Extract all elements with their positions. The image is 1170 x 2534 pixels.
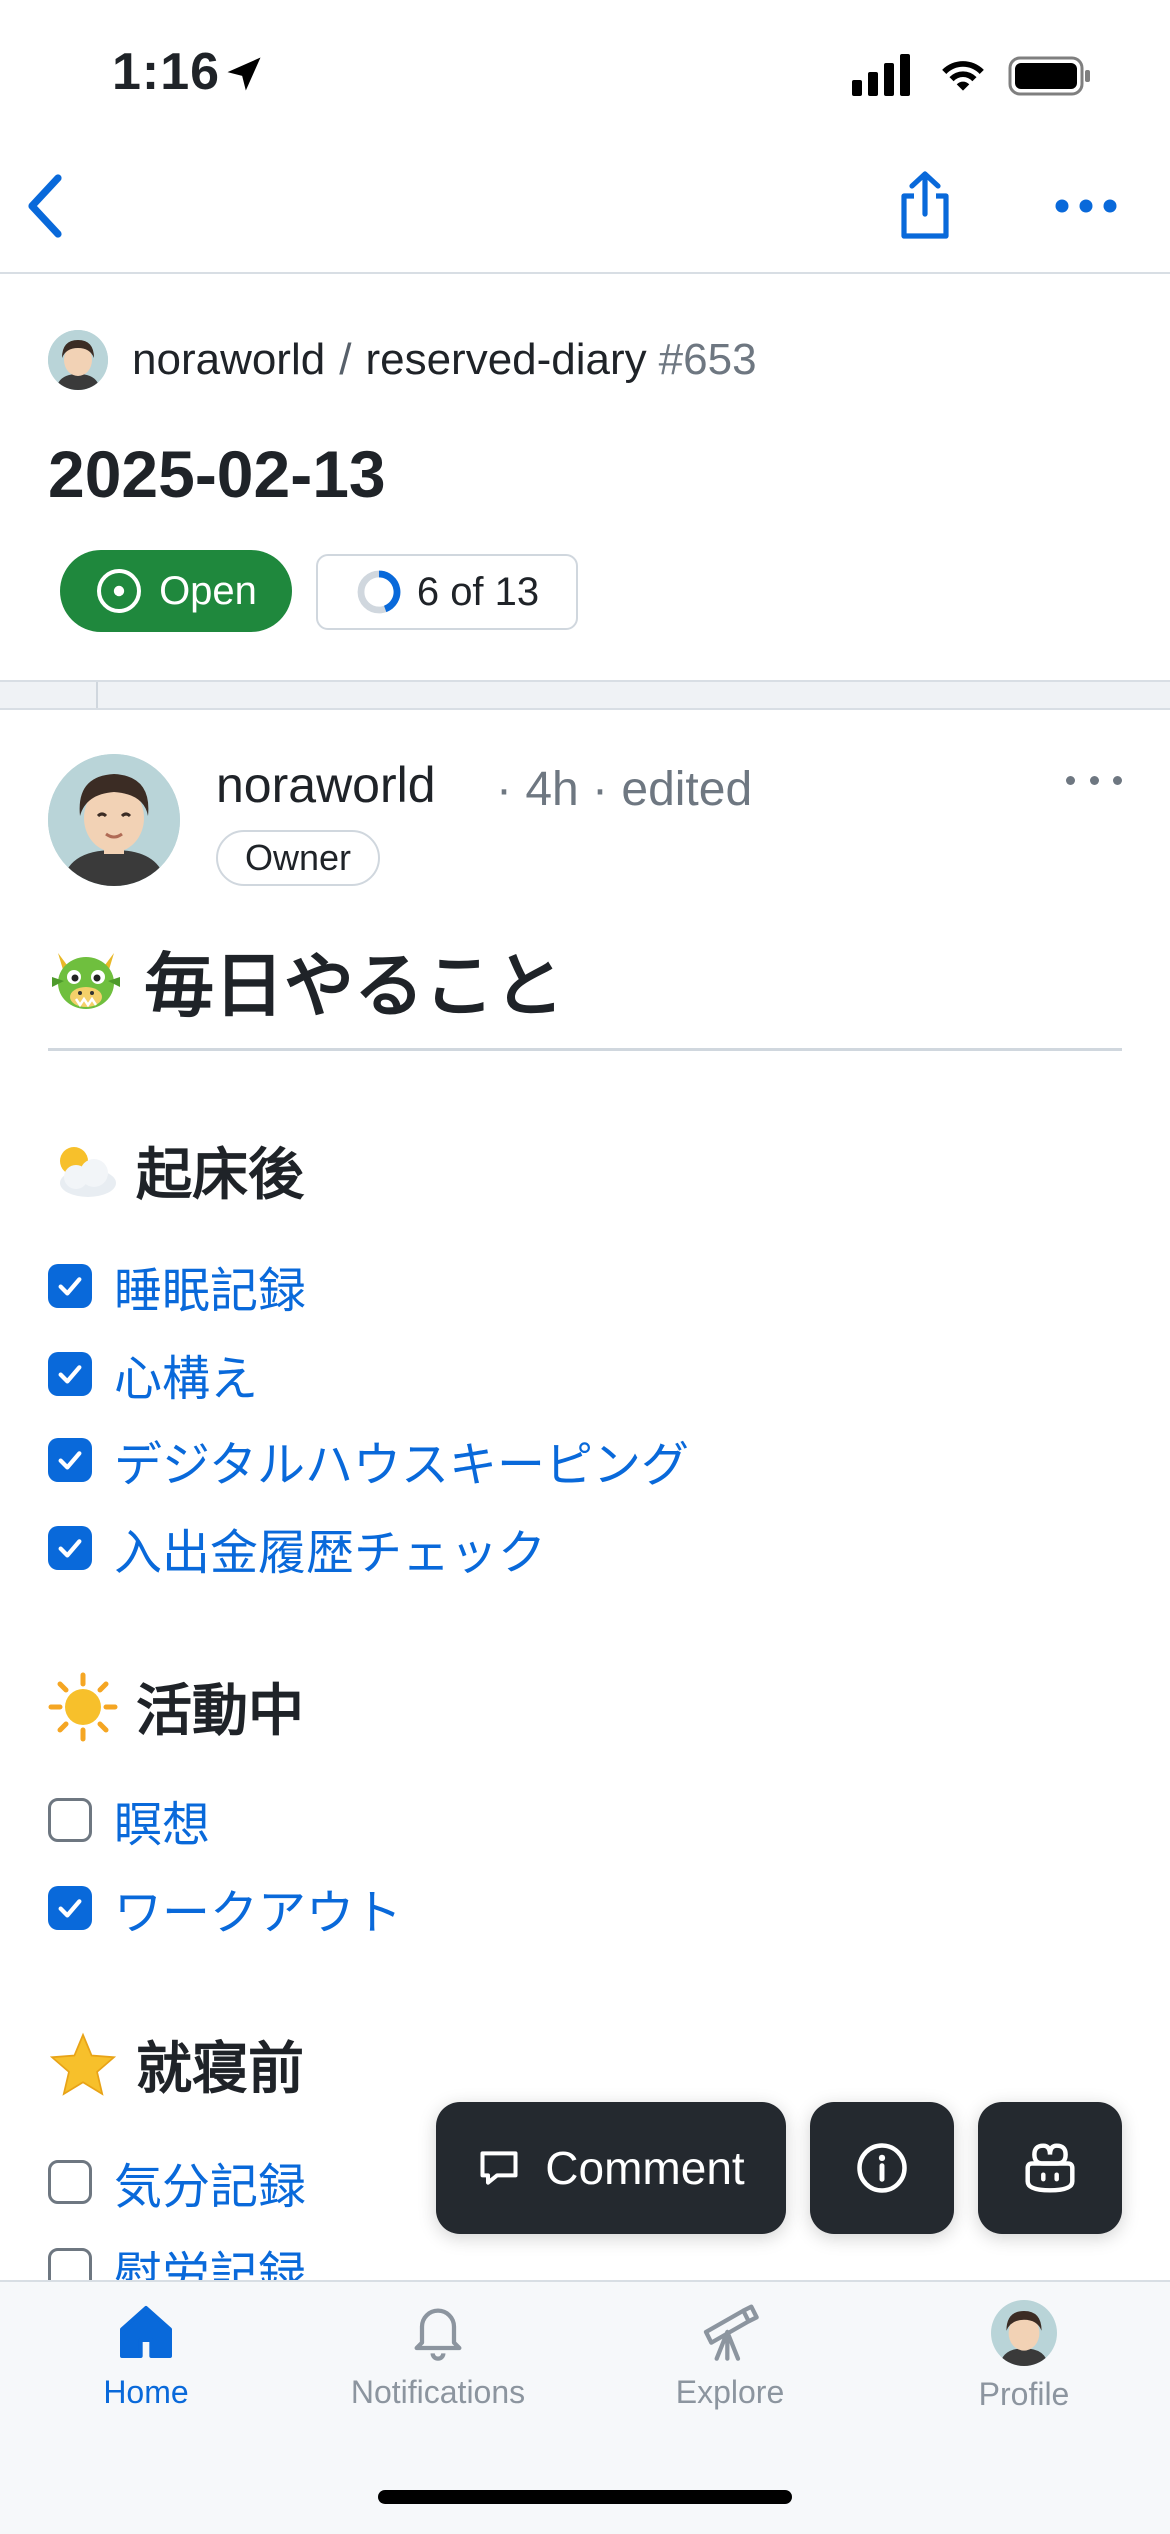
star-icon: [49, 2032, 117, 2096]
owner-badge: Owner: [216, 830, 380, 886]
comment-author-avatar[interactable]: [48, 754, 180, 886]
nav-divider: [0, 272, 1170, 274]
comment-icon: [480, 2151, 518, 2185]
section-title: 活動中: [136, 1679, 304, 1742]
copilot-icon: [1025, 2143, 1075, 2193]
back-chevron-icon[interactable]: [22, 172, 70, 240]
home-indicator: [378, 2490, 792, 2504]
issue-number: #653: [658, 335, 757, 384]
section-title: 起床後: [136, 1143, 304, 1206]
task-item[interactable]: 入出金履歴チェック: [48, 1518, 546, 1580]
checkbox-checked[interactable]: [48, 1438, 92, 1482]
tab-label: Home: [103, 2374, 189, 2410]
section-heading: 活動中: [48, 1666, 304, 1747]
checkbox-unchecked[interactable]: [48, 2160, 92, 2204]
task-label[interactable]: 入出金履歴チェック: [114, 1513, 546, 1583]
more-options-icon[interactable]: [1054, 198, 1118, 214]
checkbox-checked[interactable]: [48, 1264, 92, 1308]
dragon-emoji-icon: [52, 952, 120, 1009]
section-heading: 就寝前: [48, 2024, 304, 2105]
repo-separator: /: [339, 335, 352, 384]
comment-button[interactable]: Comment: [436, 2102, 786, 2234]
bell-icon: [414, 2308, 462, 2361]
profile-avatar: [991, 2300, 1057, 2366]
tab-notifications[interactable]: Notifications: [338, 2300, 538, 2411]
issue-open-icon: [97, 569, 142, 613]
info-icon: [857, 2143, 907, 2193]
tab-explore[interactable]: Explore: [630, 2300, 830, 2411]
task-label[interactable]: 瞑想: [114, 1785, 210, 1855]
sun-icon: [48, 1672, 118, 1741]
issue-title: 2025-02-13: [48, 437, 386, 511]
issue-state-label: Open: [159, 568, 257, 613]
tab-home[interactable]: Home: [46, 2300, 246, 2411]
battery-icon: [1008, 56, 1090, 96]
task-item[interactable]: 気分記録: [48, 2152, 306, 2214]
task-item[interactable]: デジタルハウスキーピング: [48, 1430, 689, 1492]
checkbox-checked[interactable]: [48, 1526, 92, 1570]
section-heading: 起床後: [48, 1130, 304, 1211]
progress-ring-icon: [357, 570, 401, 614]
tab-label: Profile: [978, 2376, 1070, 2412]
status-time: 1:16: [112, 43, 221, 101]
share-icon[interactable]: [894, 168, 956, 242]
timeline-line: [96, 682, 98, 708]
task-label[interactable]: デジタルハウスキーピング: [114, 1425, 689, 1495]
tab-label: Explore: [675, 2374, 785, 2410]
task-label[interactable]: ワークアウト: [114, 1873, 402, 1943]
comment-button-label: Comment: [545, 2142, 745, 2194]
cellular-signal-icon: [852, 54, 910, 96]
info-button[interactable]: [810, 2102, 954, 2234]
body-heading-text: 毎日やること: [144, 947, 564, 1025]
task-progress-badge[interactable]: 6 of 13: [316, 554, 578, 630]
telescope-icon: [703, 2304, 759, 2361]
body-heading: 毎日やること: [48, 930, 564, 1031]
repo-breadcrumb[interactable]: noraworld / reserved-diary #653: [48, 330, 757, 390]
task-item[interactable]: 瞑想: [48, 1790, 210, 1852]
section-divider: [0, 680, 1170, 710]
sun-behind-cloud-icon: [60, 1146, 116, 1197]
task-label[interactable]: 睡眠記録: [114, 1251, 306, 1321]
heading-rule: [48, 1048, 1122, 1051]
repo-name[interactable]: reserved-diary: [365, 335, 646, 385]
task-label[interactable]: 気分記録: [114, 2147, 306, 2217]
task-item[interactable]: 心構え: [48, 1344, 258, 1406]
wifi-icon: [942, 61, 984, 91]
repo-owner-avatar: [48, 330, 108, 390]
task-progress-label: 6 of 13: [416, 569, 540, 614]
checkbox-checked[interactable]: [48, 1352, 92, 1396]
tab-label: Notifications: [350, 2374, 526, 2410]
comment-author[interactable]: noraworld: [216, 756, 436, 814]
home-icon: [120, 2306, 172, 2358]
comment-meta: · 4h · edited: [496, 763, 753, 816]
task-item[interactable]: 睡眠記録: [48, 1256, 306, 1318]
comment-menu-icon[interactable]: [1066, 776, 1122, 796]
task-label[interactable]: 心構え: [114, 1339, 258, 1409]
repo-owner[interactable]: noraworld: [132, 335, 325, 385]
location-arrow-icon: [227, 57, 261, 91]
copilot-button[interactable]: [978, 2102, 1122, 2234]
checkbox-unchecked[interactable]: [48, 1798, 92, 1842]
task-item[interactable]: ワークアウト: [48, 1878, 402, 1940]
checkbox-checked[interactable]: [48, 1886, 92, 1930]
section-title: 就寝前: [136, 2037, 304, 2100]
tab-profile[interactable]: Profile: [924, 2300, 1124, 2413]
issue-state-badge: Open: [60, 550, 292, 632]
